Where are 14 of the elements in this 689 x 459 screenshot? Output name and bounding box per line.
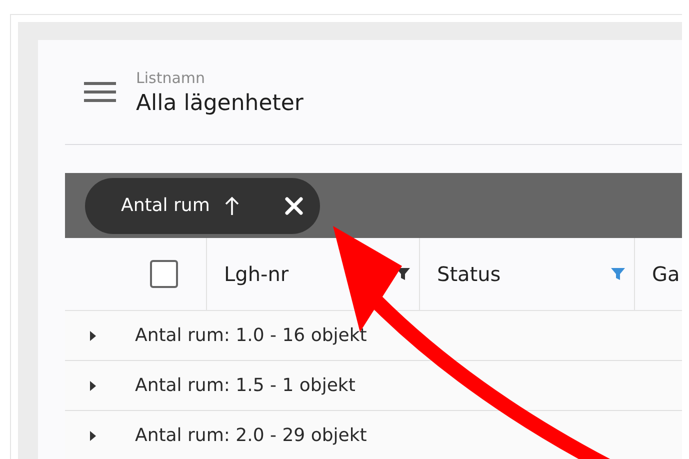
column-label: Status [437,262,501,286]
list-name-label: Listnamn [136,68,206,86]
chip-label: Antal rum [121,195,210,216]
group-label: Antal rum: 1.0 - 16 objekt [135,325,367,346]
group-chip[interactable]: Antal rum [85,178,320,234]
sort-arrow-icon[interactable] [224,196,240,216]
column-label: Ga [652,262,680,286]
group-label: Antal rum: 1.5 - 1 objekt [135,375,356,396]
column-label: Lgh-nr [224,262,289,286]
column-header[interactable]: Status [420,238,635,311]
list-title: Alla lägenheter [136,90,304,116]
select-all-checkbox[interactable] [150,260,178,288]
menu-icon[interactable] [84,81,116,103]
group-label: Antal rum: 2.0 - 29 objekt [135,425,367,446]
